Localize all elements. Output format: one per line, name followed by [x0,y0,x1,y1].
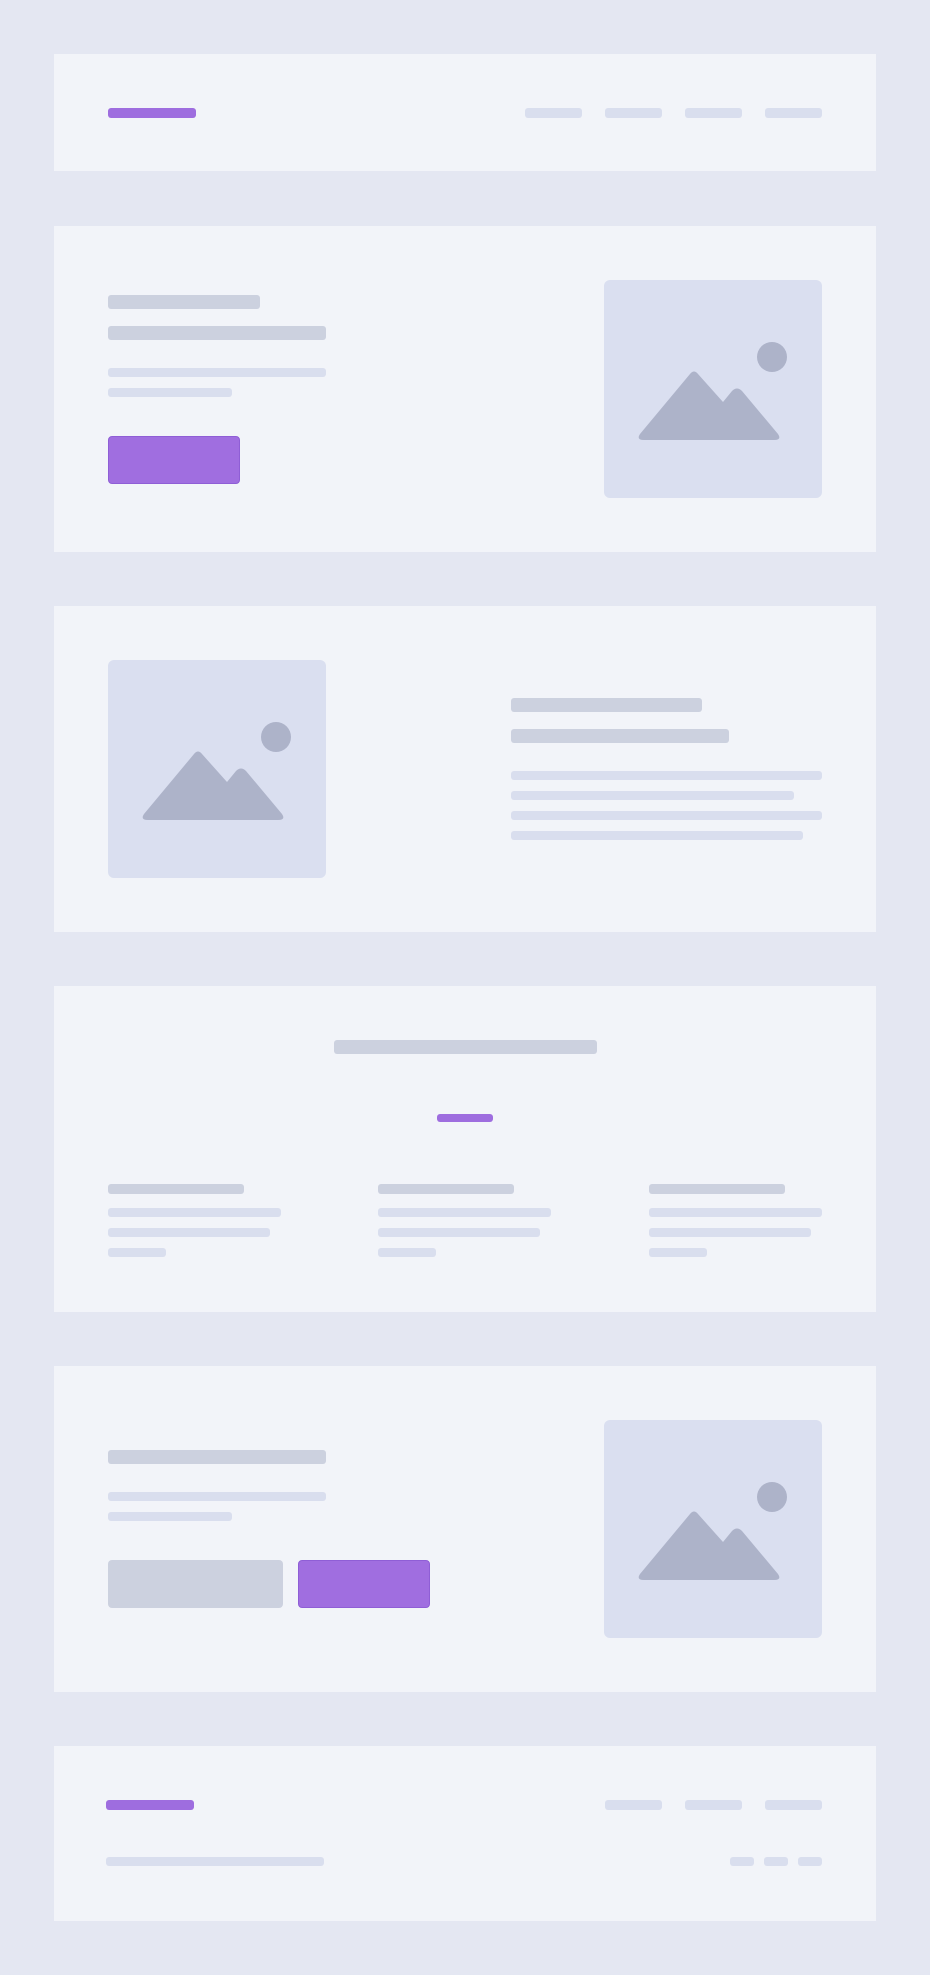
feature-text-line-1 [511,771,822,780]
feature-column-title [649,1184,785,1194]
feature-split-section [54,606,876,932]
footer-nav-item-3[interactable] [765,1800,822,1810]
cta-image [604,1420,822,1638]
footer-social-icon-3[interactable] [798,1857,822,1866]
feature-column-line [108,1208,281,1217]
feature-column-line [649,1208,822,1217]
hero-section [54,226,876,552]
image-placeholder-icon [638,1482,787,1580]
footer-social-icon-1[interactable] [730,1857,754,1866]
image-placeholder-icon [142,722,291,820]
footer-social-icon-2[interactable] [764,1857,788,1866]
feature-column-line [378,1208,551,1217]
features-grid-section [54,986,876,1312]
cta-text-line-1 [108,1492,326,1501]
feature-title [511,729,729,743]
section-divider [437,1114,493,1122]
cta-text-line-2 [108,1512,232,1521]
feature-column-line [108,1228,270,1237]
hero-image-icon-name: image-placeholder-icon [0,0,1,1]
nav-item-3[interactable] [685,108,742,118]
hero-text-line-1 [108,368,326,377]
feature-column-line [108,1248,166,1257]
feature-image [108,660,326,878]
hero-primary-button[interactable] [108,436,240,484]
feature-text-line-2 [511,791,794,800]
feature-eyebrow [511,698,702,712]
hero-text-line-2 [108,388,232,397]
section-title [334,1040,597,1054]
footer-nav-item-1[interactable] [605,1800,662,1810]
feature-column-title [378,1184,514,1194]
feature-column-line [378,1228,540,1237]
feature-image-icon-name: image-placeholder-icon [0,0,1,1]
footer-logo[interactable] [106,1800,194,1810]
cta-section [54,1366,876,1692]
feature-column-line [649,1228,811,1237]
logo[interactable] [108,108,196,118]
hero-title [108,326,326,340]
footer-copyright [106,1857,324,1866]
cta-image-icon-name: image-placeholder-icon [0,0,1,1]
feature-text-line-4 [511,831,803,840]
cta-title [108,1450,326,1464]
footer-section [54,1746,876,1921]
cta-secondary-button[interactable] [108,1560,283,1608]
feature-column-line [378,1248,436,1257]
feature-column-title [108,1184,244,1194]
footer-nav-item-2[interactable] [685,1800,742,1810]
feature-column-line [649,1248,707,1257]
feature-text-line-3 [511,811,822,820]
nav-item-1[interactable] [525,108,582,118]
nav-item-2[interactable] [605,108,662,118]
hero-eyebrow [108,295,260,309]
image-placeholder-icon [638,342,787,440]
hero-image [604,280,822,498]
cta-primary-button[interactable] [298,1560,430,1608]
nav-item-4[interactable] [765,108,822,118]
header-section [54,54,876,171]
